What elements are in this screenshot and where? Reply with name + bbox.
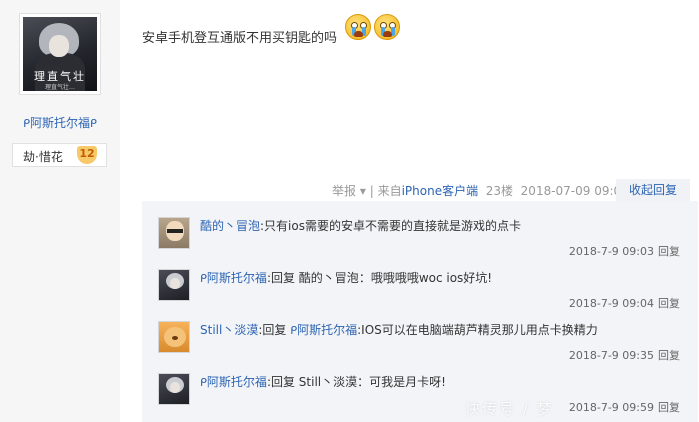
reply-content: :IOS可以在电脑端葫芦精灵那儿用点卡换精力 bbox=[357, 323, 598, 337]
reply-username[interactable]: 阿斯托尔福 bbox=[207, 271, 267, 285]
reply-avatar[interactable] bbox=[158, 321, 190, 353]
reply-content: ：可我是月卡呀! bbox=[357, 375, 446, 389]
username-link[interactable]: ᑭ阿斯托尔福ᑭ bbox=[0, 114, 120, 131]
member-badge[interactable]: 劫·惜花 12 bbox=[12, 143, 107, 167]
reply-meta: 2018-7-9 09:59 回复 bbox=[569, 399, 680, 415]
badge-name: 劫·惜花 bbox=[23, 150, 63, 164]
reply-text: Still丶淡漠:回复 ᑭ阿斯托尔福:IOS可以在电脑端葫芦精灵那儿用点卡换精力 bbox=[200, 321, 598, 338]
source-prefix: 来自 bbox=[377, 184, 402, 198]
caret-down-icon: ▾ bbox=[359, 184, 366, 198]
reply-prefix: :回复 bbox=[266, 375, 299, 389]
reply-list: 酷的丶冒泡:只有ios需要的安卓不需要的直接就是游戏的点卡 2018-7-9 0… bbox=[142, 201, 698, 422]
post-meta: 举报 ▾ | 来自iPhone客户端 23楼 2018-07-09 09:02 bbox=[332, 182, 629, 199]
reply-content: :只有ios需要的安卓不需要的直接就是游戏的点卡 bbox=[260, 219, 521, 233]
reply-meta: 2018-7-9 09:04 回复 bbox=[569, 295, 680, 311]
reply-username[interactable]: 阿斯托尔福 bbox=[207, 375, 267, 389]
reply-button[interactable]: 回复 bbox=[658, 297, 680, 310]
user-info-panel: 理直气壮 理直气壮… ᑭ阿斯托尔福ᑭ 劫·惜花 12 bbox=[0, 0, 120, 422]
reply-avatar[interactable] bbox=[158, 373, 190, 405]
floor-number: 23楼 bbox=[485, 184, 514, 198]
reply-meta: 2018-7-9 09:35 回复 bbox=[569, 347, 680, 363]
reply-avatar[interactable] bbox=[158, 269, 190, 301]
reply-text: ᑭ阿斯托尔福:回复 Still丶淡漠：可我是月卡呀! bbox=[200, 373, 446, 390]
reply-time: 2018-7-9 09:59 bbox=[568, 401, 654, 414]
post-time: 2018-07-09 09:02 bbox=[520, 184, 629, 198]
reply-time: 2018-7-9 09:04 bbox=[568, 297, 654, 310]
username-text: 阿斯托尔福 bbox=[29, 116, 90, 130]
reply-to-name[interactable]: 酷的丶冒泡 bbox=[299, 271, 359, 285]
reply-button[interactable]: 回复 bbox=[658, 245, 680, 258]
reply-prefix: :回复 bbox=[258, 323, 291, 337]
name-hook-icon: ᑭ bbox=[200, 272, 207, 285]
reply-username[interactable]: Still丶淡漠 bbox=[200, 323, 258, 337]
name-hook-icon: ᑭ bbox=[23, 117, 30, 130]
reply-time: 2018-7-9 09:03 bbox=[568, 245, 654, 258]
reply-button[interactable]: 回复 bbox=[658, 349, 680, 362]
collapse-replies-button[interactable]: 收起回复 bbox=[616, 179, 690, 201]
source-link[interactable]: iPhone客户端 bbox=[402, 184, 479, 198]
crying-emoji-icon bbox=[345, 14, 371, 40]
reply-prefix: :回复 bbox=[266, 271, 299, 285]
reply-button[interactable]: 回复 bbox=[658, 401, 680, 414]
name-hook-icon: ᑭ bbox=[90, 117, 97, 130]
crying-emoji-icon bbox=[374, 14, 400, 40]
reply-content: ：哦哦哦哦woc ios好坑! bbox=[358, 271, 493, 285]
reply-time: 2018-7-9 09:35 bbox=[568, 349, 654, 362]
post-content: 安卓手机登互通版不用买钥匙的吗 bbox=[142, 31, 338, 46]
reply-meta: 2018-7-9 09:03 回复 bbox=[569, 243, 680, 259]
reply-username[interactable]: 酷的丶冒泡 bbox=[200, 219, 260, 233]
reply-avatar[interactable] bbox=[158, 217, 190, 249]
avatar-subcaption: 理直气壮… bbox=[44, 84, 75, 91]
reply-to-name[interactable]: 阿斯托尔福 bbox=[297, 323, 357, 337]
watermark: 快传号 / 梦 bbox=[465, 400, 554, 418]
reply-to-name[interactable]: Still丶淡漠 bbox=[299, 375, 357, 389]
avatar[interactable]: 理直气壮 理直气壮… bbox=[19, 13, 101, 95]
meta-separator: | bbox=[369, 184, 374, 198]
name-hook-icon: ᑭ bbox=[200, 376, 207, 389]
avatar-image: 理直气壮 理直气壮… bbox=[23, 17, 97, 91]
badge-level-icon: 12 bbox=[77, 146, 97, 164]
reply-text: 酷的丶冒泡:只有ios需要的安卓不需要的直接就是游戏的点卡 bbox=[200, 217, 521, 234]
report-link[interactable]: 举报 ▾ bbox=[332, 184, 366, 198]
reply-text: ᑭ阿斯托尔福:回复 酷的丶冒泡：哦哦哦哦woc ios好坑! bbox=[200, 269, 492, 286]
